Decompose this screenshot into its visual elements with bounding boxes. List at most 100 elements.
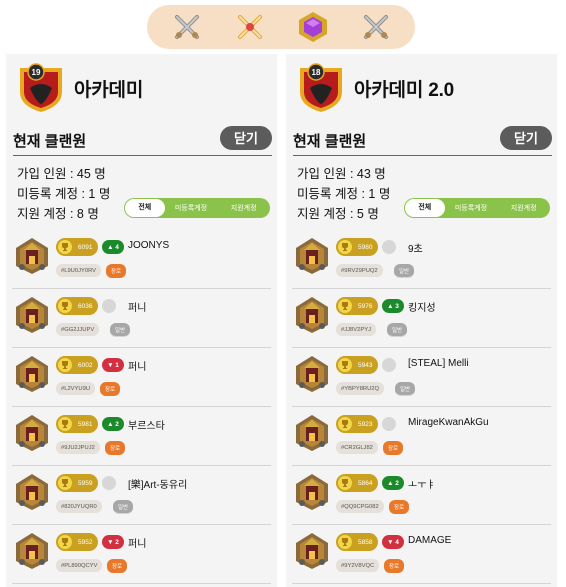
hexagon-gem-icon[interactable] <box>295 9 331 45</box>
clan-name: 아카데미 <box>74 79 144 101</box>
current-members-header: 현재 클랜원 닫기 <box>293 125 552 156</box>
role-badge: 일반 <box>110 323 130 337</box>
trophy-value: 5959 <box>78 479 93 487</box>
member-count: 가입 인원 : 45 명 <box>17 167 106 181</box>
member-row[interactable]: 5980 9초 #9RV29PUQ2 일반 <box>292 230 551 289</box>
role-badge: 장로 <box>107 559 127 573</box>
player-tag: #9RV29PUQ2 <box>336 264 383 277</box>
player-tag: #9JU2JPUJ2 <box>56 441 100 454</box>
role-badge: 일반 <box>395 382 415 396</box>
member-row[interactable]: 6002 ▼ 1 퍼니 #L2VYU9U 장로 <box>12 348 271 407</box>
trophy-value: 6091 <box>78 243 93 251</box>
section-title: 현재 클랜원 <box>293 133 367 150</box>
trophy-count: 5981 <box>56 415 98 433</box>
member-row[interactable]: 5981 ▲ 2 부르스타 #9JU2JPUJ2 장로 <box>12 407 271 466</box>
filter-unregistered[interactable]: 미등록계정 <box>165 203 218 213</box>
town-hall-icon <box>296 297 328 333</box>
trophy-count: 5952 <box>56 533 98 551</box>
town-hall-icon <box>296 533 328 569</box>
filter-applicants[interactable]: 지원계정 <box>217 203 270 213</box>
member-name[interactable]: 퍼니 <box>128 358 146 373</box>
trophy-icon <box>58 358 72 372</box>
clan-panel: 19 아카데미 현재 클랜원 닫기 가입 인원 : 45 명 미등록 계정 : … <box>6 54 277 587</box>
role-badge: 일반 <box>394 264 414 278</box>
town-hall-icon <box>16 356 48 392</box>
member-name[interactable]: DAMAGE <box>408 535 451 546</box>
rank-change-badge <box>382 417 396 431</box>
trophy-value: 5923 <box>358 420 373 428</box>
rank-change-badge: ▲ 2 <box>102 417 124 431</box>
town-hall-icon <box>16 415 48 451</box>
rank-change-badge <box>382 358 396 372</box>
member-count: 가입 인원 : 43 명 <box>297 167 386 181</box>
member-list: 6091 ▲ 4 JOONYS #L9U0JY0RV 장로 6036 퍼니 #G… <box>6 230 277 584</box>
trophy-value: 5980 <box>358 243 373 251</box>
member-name[interactable]: 퍼니 <box>128 299 146 314</box>
applicant-count: 지원 계정 : 5 명 <box>297 207 379 221</box>
town-hall-icon <box>296 415 328 451</box>
member-name[interactable]: MirageKwanAkGu <box>408 417 489 428</box>
applicant-count: 지원 계정 : 8 명 <box>17 207 99 221</box>
member-name[interactable]: [樂]Art-동유리 <box>128 476 187 491</box>
member-name[interactable]: JOONYS <box>128 240 169 251</box>
close-button[interactable]: 닫기 <box>220 125 272 150</box>
member-row[interactable]: 6036 퍼니 #GG2JJUPV 일반 <box>12 289 271 348</box>
member-name[interactable]: [STEAL] Melli <box>408 358 469 369</box>
trophy-icon <box>338 358 352 372</box>
trophy-count: 5976 <box>336 297 378 315</box>
clan-header: 18 아카데미 2.0 <box>296 62 454 114</box>
player-tag: #QQ9CPG082 <box>336 500 384 513</box>
trophy-count: 5959 <box>56 474 98 492</box>
unregistered-count: 미등록 계정 : 1 명 <box>17 187 111 201</box>
current-members-header: 현재 클랜원 닫기 <box>13 125 272 156</box>
trophy-value: 6036 <box>78 302 93 310</box>
town-hall-icon <box>296 356 328 392</box>
member-row[interactable]: 5943 [STEAL] Melli #YBPY8RU2Q 일반 <box>292 348 551 407</box>
role-badge: 장로 <box>383 441 403 455</box>
clan-level: 19 <box>32 68 41 77</box>
crossed-swords-icon[interactable] <box>358 9 394 45</box>
member-row[interactable]: 5959 [樂]Art-동유리 #820JYUQR0 일반 <box>12 466 271 525</box>
member-row[interactable]: 6091 ▲ 4 JOONYS #L9U0JY0RV 장로 <box>12 230 271 289</box>
role-badge: 장로 <box>389 500 409 514</box>
trophy-icon <box>338 299 352 313</box>
trophy-value: 5981 <box>78 420 93 428</box>
filter-all[interactable]: 전체 <box>125 199 165 217</box>
trophy-icon <box>58 535 72 549</box>
member-name[interactable]: 퍼니 <box>128 535 146 550</box>
role-badge: 장로 <box>100 382 120 396</box>
player-tag: #820JYUQR0 <box>56 500 102 513</box>
unregistered-count: 미등록 계정 : 1 명 <box>297 187 391 201</box>
rank-change-badge <box>102 476 116 490</box>
clan-name: 아카데미 2.0 <box>354 79 455 101</box>
member-name[interactable]: ㅗㅜㅑ <box>408 476 436 491</box>
clan-badge-icon: 19 <box>20 63 62 112</box>
town-hall-icon <box>16 238 48 274</box>
member-row[interactable]: 5976 ▲ 3 킹지성 #JJ8V2PYJ 일반 <box>292 289 551 348</box>
player-tag: #L9U0JY0RV <box>56 264 102 277</box>
member-row[interactable]: 5952 ▼ 2 퍼니 #PL890QCYV 장로 <box>12 525 271 584</box>
trophy-icon <box>338 535 352 549</box>
role-badge: 장로 <box>105 441 125 455</box>
player-tag: #9Y2V8VQC <box>336 559 380 572</box>
member-row[interactable]: 5858 ▼ 4 DAMAGE #9Y2V8VQC 장로 <box>292 525 551 584</box>
player-tag: #GG2JJUPV <box>56 323 100 336</box>
town-hall-icon <box>296 238 328 274</box>
filter-applicants[interactable]: 지원계정 <box>497 203 550 213</box>
clan-level: 18 <box>312 68 321 77</box>
crossed-swords-icon[interactable] <box>169 9 205 45</box>
member-name[interactable]: 9초 <box>408 240 423 255</box>
trophy-value: 5858 <box>358 538 373 546</box>
trophy-value: 6002 <box>78 361 93 369</box>
member-filter-toggle: 전체 미등록계정 지원계정 <box>124 198 270 218</box>
member-row[interactable]: 5864 ▲ 2 ㅗㅜㅑ #QQ9CPG082 장로 <box>292 466 551 525</box>
filter-unregistered[interactable]: 미등록계정 <box>445 203 498 213</box>
player-tag: #CR2GLJ82 <box>336 441 378 454</box>
member-row[interactable]: 5923 MirageKwanAkGu #CR2GLJ82 장로 <box>292 407 551 466</box>
crossed-swords-gold-icon[interactable] <box>232 9 268 45</box>
member-name[interactable]: 부르스타 <box>128 417 165 432</box>
filter-all[interactable]: 전체 <box>405 199 445 217</box>
member-name[interactable]: 킹지성 <box>408 299 436 314</box>
close-button[interactable]: 닫기 <box>500 125 552 150</box>
trophy-count: 6091 <box>56 238 98 256</box>
